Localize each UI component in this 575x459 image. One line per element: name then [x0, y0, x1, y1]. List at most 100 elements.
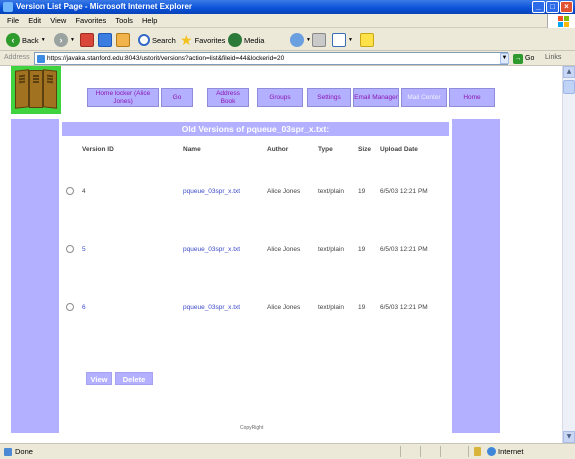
file-name-link[interactable]: pqueue_03spr_x.txt: [183, 188, 240, 195]
menu-edit[interactable]: Edit: [28, 14, 41, 28]
go-label: Go: [525, 55, 535, 62]
chevron-down-icon: ▼: [306, 37, 311, 43]
file-size: 19: [358, 304, 366, 311]
header-size: Size: [358, 146, 372, 153]
home-icon: [116, 33, 130, 47]
ie-icon: [3, 2, 13, 12]
version-id: 4: [82, 188, 86, 195]
maximize-button[interactable]: □: [546, 1, 559, 13]
author: Alice Jones: [267, 188, 301, 195]
version-radio[interactable]: [66, 245, 74, 253]
nav-email-manager[interactable]: Email Manager: [353, 88, 399, 107]
nav-address-book[interactable]: Address Book: [207, 88, 249, 107]
media-icon: [228, 33, 242, 47]
close-button[interactable]: ×: [560, 1, 573, 13]
menu-help[interactable]: Help: [142, 14, 157, 28]
table-row: 4 pqueue_03spr_x.txt Alice Jones text/pl…: [0, 187, 450, 198]
header-upload-date: Upload Date: [380, 146, 418, 153]
version-id: 6: [82, 304, 86, 311]
menu-view[interactable]: View: [50, 14, 66, 28]
menu-favorites[interactable]: Favorites: [75, 14, 106, 28]
nav-mail-center[interactable]: Mail Center: [401, 88, 447, 107]
forward-arrow-icon: ›: [54, 33, 68, 47]
browser-toolbar: ‹ Back ▼ › ▼ Search ★ Favorites Media ▼ …: [0, 28, 575, 51]
version-radio[interactable]: [66, 303, 74, 311]
history-icon: [290, 33, 304, 47]
vertical-scrollbar[interactable]: ▲ ▼: [562, 66, 575, 443]
address-url: https://javaka.stanford.edu:8043/ustorit…: [47, 55, 285, 62]
status-bar: Done Internet: [0, 443, 575, 459]
favorites-button[interactable]: ★ Favorites: [180, 32, 225, 48]
upload-date: 6/5/03 12:21 PM: [380, 188, 428, 195]
search-button[interactable]: Search: [138, 32, 176, 48]
nav-home[interactable]: Home: [449, 88, 495, 107]
locker-logo: [11, 66, 61, 114]
back-button[interactable]: ‹ Back ▼: [6, 32, 46, 48]
refresh-icon: [98, 33, 112, 47]
view-button[interactable]: View: [86, 372, 112, 385]
file-size: 19: [358, 188, 366, 195]
file-type: text/plain: [318, 188, 345, 195]
status-divider: [400, 446, 401, 457]
scroll-thumb[interactable]: [563, 80, 575, 94]
version-radio[interactable]: [66, 187, 74, 195]
chevron-down-icon: ▼: [348, 37, 353, 43]
security-zone: Internet: [498, 447, 524, 456]
printer-icon: [312, 33, 326, 47]
header-author: Author: [267, 146, 289, 153]
table-row: 6 pqueue_03spr_x.txt Alice Jones text/pl…: [0, 303, 450, 314]
header-version-id: Version ID: [82, 146, 114, 153]
right-sidebar: [452, 119, 500, 433]
file-name-link[interactable]: pqueue_03spr_x.txt: [183, 304, 240, 311]
menu-tools[interactable]: Tools: [115, 14, 133, 28]
stop-button[interactable]: [80, 32, 94, 48]
chevron-down-icon: ▼: [40, 37, 46, 43]
nav-go[interactable]: Go: [161, 88, 193, 107]
go-button[interactable]: → Go: [513, 53, 534, 64]
edit-button[interactable]: ▼: [332, 32, 353, 48]
locker-door-icon: [15, 69, 29, 109]
star-icon: ★: [180, 32, 193, 48]
media-button[interactable]: Media: [228, 32, 264, 48]
address-input[interactable]: https://javaka.stanford.edu:8043/ustorit…: [34, 52, 508, 65]
page-viewport: Home locker (Alice Jones) Go Address Boo…: [0, 66, 562, 443]
menu-file[interactable]: File: [7, 14, 19, 28]
copyright: CopyRight: [240, 425, 264, 431]
file-type: text/plain: [318, 304, 345, 311]
search-label: Search: [152, 35, 176, 45]
locker-door-icon: [29, 70, 43, 108]
back-label: Back: [22, 35, 39, 45]
messenger-button[interactable]: [360, 32, 374, 48]
version-id: 5: [82, 246, 86, 253]
site-nav: Home locker (Alice Jones) Go Address Boo…: [85, 88, 495, 110]
refresh-button[interactable]: [98, 32, 112, 48]
author: Alice Jones: [267, 304, 301, 311]
links-button[interactable]: Links: [545, 54, 561, 61]
minimize-button[interactable]: _: [532, 1, 545, 13]
print-button[interactable]: [312, 32, 326, 48]
window-titlebar[interactable]: Version List Page - Microsoft Internet E…: [0, 0, 575, 14]
nav-groups[interactable]: Groups: [257, 88, 303, 107]
locker-door-icon: [43, 69, 57, 109]
scroll-down-icon[interactable]: ▼: [563, 431, 575, 443]
edit-icon: [332, 33, 346, 47]
forward-button[interactable]: › ▼: [54, 32, 75, 48]
status-divider: [468, 446, 469, 457]
note-icon: [360, 33, 374, 47]
address-dropdown-button[interactable]: ▼: [500, 53, 509, 64]
scroll-up-icon[interactable]: ▲: [563, 66, 575, 78]
delete-button[interactable]: Delete: [115, 372, 153, 385]
windows-logo-icon: [547, 14, 575, 28]
upload-date: 6/5/03 12:21 PM: [380, 246, 428, 253]
history-button[interactable]: ▼: [290, 32, 311, 48]
status-divider: [420, 446, 421, 457]
stop-icon: [80, 33, 94, 47]
home-button[interactable]: [116, 32, 130, 48]
nav-settings[interactable]: Settings: [307, 88, 351, 107]
nav-home-locker[interactable]: Home locker (Alice Jones): [87, 88, 159, 107]
address-bar: Address https://javaka.stanford.edu:8043…: [0, 51, 575, 66]
window-controls: _ □ ×: [532, 0, 573, 14]
file-name-link[interactable]: pqueue_03spr_x.txt: [183, 246, 240, 253]
media-label: Media: [244, 35, 265, 45]
header-type: Type: [318, 146, 333, 153]
